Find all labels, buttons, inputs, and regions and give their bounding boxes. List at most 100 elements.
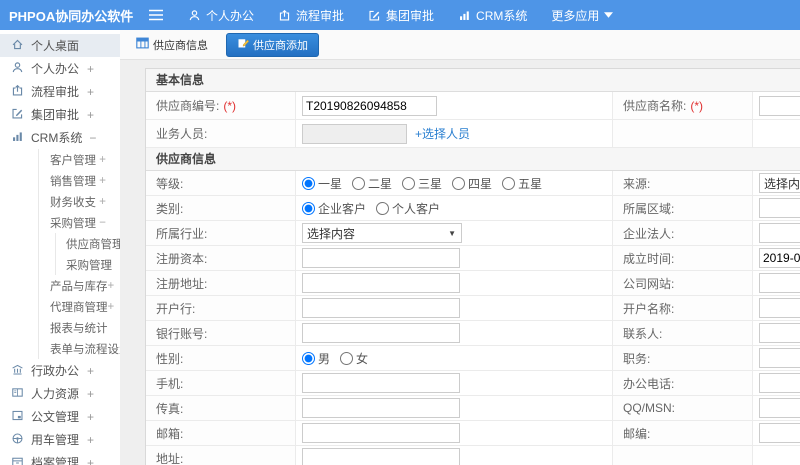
sidebar-item-vehicle-mgmt[interactable]: 用车管理 + [0, 428, 120, 451]
expander-icon[interactable]: + [108, 301, 115, 313]
radio-input[interactable] [352, 176, 366, 190]
radio-option[interactable]: 三星 [402, 175, 442, 192]
nav-item-workflow-approval[interactable]: 流程审批 [278, 7, 344, 24]
sidebar-item-group-approval[interactable]: 集团审批 + [0, 103, 120, 126]
sidebar-subitem-purchase-mgmt[interactable]: 采购管理 − [39, 212, 120, 233]
business-person-input[interactable] [302, 123, 407, 144]
email-input[interactable] [302, 423, 460, 443]
sidebar-subitem-form-workflow-settings[interactable]: 表单与流程设置 + [39, 338, 120, 359]
expander-icon[interactable]: + [87, 456, 94, 465]
sidebar-item-label: 公文管理 [31, 410, 80, 424]
zip-input[interactable] [759, 423, 800, 443]
expander-icon[interactable]: + [99, 175, 106, 187]
field-label: 供应商名称: (*) [613, 92, 753, 119]
account-name-input[interactable] [759, 298, 800, 318]
mobile-input[interactable] [302, 373, 460, 393]
sidebar-subitem-sales-mgmt[interactable]: 销售管理 + [39, 170, 120, 191]
expander-icon[interactable]: + [99, 196, 106, 208]
field-label: 邮箱: [146, 421, 296, 445]
sidebar-item-human-resources[interactable]: 人力资源 + [0, 382, 120, 405]
expander-icon[interactable]: + [87, 387, 94, 401]
sidebar-item-crm[interactable]: CRM系统 − [0, 126, 120, 149]
sidebar-item-document-mgmt[interactable]: 公文管理 + [0, 405, 120, 428]
radio-input[interactable] [302, 176, 315, 190]
tab-supplier-info[interactable]: 供应商信息 [132, 34, 212, 56]
registered-address-input[interactable] [302, 273, 460, 293]
sidebar-item-label: 个人办公 [31, 62, 80, 76]
radio-input[interactable] [340, 351, 354, 365]
supplier-name-input[interactable] [759, 95, 800, 116]
radio-option[interactable]: 二星 [352, 175, 392, 192]
radio-input[interactable] [302, 201, 315, 215]
collapse-icon[interactable]: − [89, 131, 96, 145]
sidebar-item-personal-desktop[interactable]: 个人桌面 [0, 34, 120, 57]
radio-input[interactable] [302, 351, 315, 365]
company-website-input[interactable] [759, 273, 800, 293]
nav-item-label: 更多应用 [551, 8, 600, 23]
hamburger-menu-icon[interactable] [148, 8, 164, 22]
sidebar-subitem-products-inventory[interactable]: 产品与库存 + [39, 275, 120, 296]
radio-option[interactable]: 女 [340, 350, 368, 367]
expander-icon[interactable]: + [87, 62, 94, 76]
sidebar-item-archive-mgmt[interactable]: 档案管理 + [0, 451, 120, 465]
tab-supplier-add[interactable]: 供应商添加 [226, 32, 319, 57]
collapse-icon[interactable]: − [99, 217, 106, 229]
bank-input[interactable] [302, 298, 460, 318]
expander-icon[interactable]: + [87, 364, 94, 378]
contact-input[interactable] [759, 323, 800, 343]
qq-msn-input[interactable] [759, 398, 800, 418]
radio-option[interactable]: 五星 [502, 175, 542, 192]
registered-capital-input[interactable] [302, 248, 460, 268]
office-phone-input[interactable] [759, 373, 800, 393]
sidebar-subitem-agent-mgmt[interactable]: 代理商管理 + [39, 296, 120, 317]
sidebar-item-workflow-approval[interactable]: 流程审批 + [0, 80, 120, 103]
expander-icon[interactable]: + [87, 85, 94, 99]
radio-input[interactable] [502, 176, 516, 190]
sidebar-item-personal-office[interactable]: 个人办公 + [0, 57, 120, 80]
fax-input[interactable] [302, 398, 460, 418]
established-date-input[interactable] [759, 248, 800, 268]
bank-account-input[interactable] [302, 323, 460, 343]
radio-option-label: 个人客户 [392, 201, 441, 216]
nav-item-group-approval[interactable]: 集团审批 [368, 7, 434, 24]
sidebar-subitem-reports-stats[interactable]: 报表与统计 [39, 317, 120, 338]
choose-person-link[interactable]: +选择人员 [415, 125, 470, 142]
radio-input[interactable] [402, 176, 416, 190]
radio-option[interactable]: 男 [302, 350, 330, 367]
upload-icon [278, 9, 291, 22]
expander-icon[interactable]: + [108, 280, 115, 292]
sidebar-subitem-supplier-mgmt[interactable]: 供应商管理 [56, 233, 120, 254]
nav-item-crm-system[interactable]: CRM系统 [458, 7, 527, 24]
sidebar-item-label: 流程审批 [31, 85, 80, 99]
nav-item-personal-office[interactable]: 个人办公 [188, 7, 254, 24]
radio-option[interactable]: 个人客户 [376, 200, 440, 217]
region-input[interactable] [759, 198, 800, 218]
form-row: 传真: QQ/MSN: [146, 396, 800, 421]
industry-select[interactable]: 选择内容 ▼ [302, 223, 462, 243]
supplier-code-input[interactable] [302, 95, 437, 116]
sidebar-subitem-purchasing[interactable]: 采购管理 [56, 254, 120, 275]
expander-icon[interactable]: + [87, 108, 94, 122]
radio-option[interactable]: 一星 [302, 175, 342, 192]
address-input[interactable] [302, 448, 460, 465]
expander-icon[interactable]: + [87, 410, 94, 424]
content-area: 基本信息 供应商编号: (*) 供应商名称: (*) [120, 60, 800, 465]
position-input[interactable] [759, 348, 800, 368]
empty-cell [613, 120, 753, 147]
source-select[interactable]: 选择内容▼ [759, 173, 800, 193]
radio-input[interactable] [376, 201, 390, 215]
sidebar-item-admin-office[interactable]: 行政办公 + [0, 359, 120, 382]
expander-icon[interactable]: + [87, 433, 94, 447]
radio-option[interactable]: 四星 [452, 175, 492, 192]
field-label: 所属区域: [613, 196, 753, 220]
legal-person-input[interactable] [759, 223, 800, 243]
sidebar-item-label: 供应商管理 [66, 238, 120, 251]
edit-icon [11, 107, 24, 123]
radio-input[interactable] [452, 176, 466, 190]
sidebar-subitem-finance[interactable]: 财务收支 + [39, 191, 120, 212]
nav-item-more-apps[interactable]: 更多应用 [551, 7, 614, 24]
expander-icon[interactable]: + [99, 154, 106, 166]
radio-option[interactable]: 企业客户 [302, 200, 366, 217]
sidebar-subitem-customer-mgmt[interactable]: 客户管理 + [39, 149, 120, 170]
sidebar-item-label: 行政办公 [31, 364, 80, 378]
